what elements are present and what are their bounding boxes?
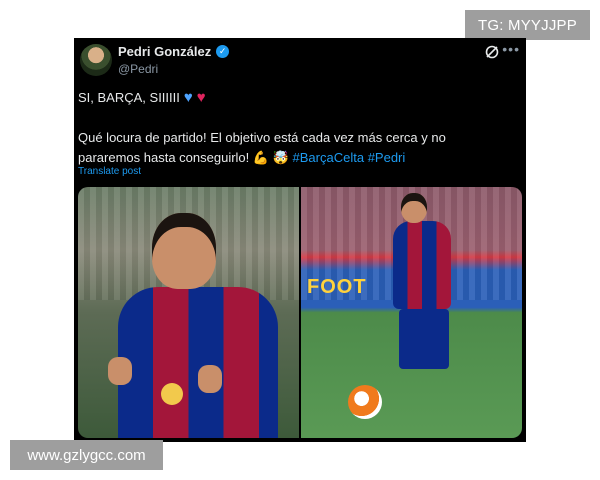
watermark-tg: TG: MYYJJPP	[465, 10, 590, 40]
sponsor-logo	[161, 383, 183, 405]
player-jersey	[393, 221, 451, 309]
tweet-card[interactable]: Pedri González ✓ @Pedri ••• SI, BARÇA, S…	[74, 38, 526, 442]
right-fist	[198, 365, 222, 393]
tweet-body: Qué locura de partido! El objetivo está …	[78, 128, 498, 168]
left-fist	[108, 357, 132, 385]
avatar[interactable]	[80, 44, 112, 76]
football	[348, 385, 382, 419]
photo-dribbling[interactable]: FOOT	[301, 187, 522, 438]
player-head	[401, 193, 427, 223]
name-row: Pedri González ✓	[118, 44, 230, 59]
player-jersey	[118, 287, 278, 438]
display-name[interactable]: Pedri González	[118, 44, 211, 59]
ad-board-text: FOOT	[307, 275, 367, 298]
watermark-site: www.gzlygcc.com	[10, 440, 163, 470]
media-grid: FOOT	[78, 187, 522, 438]
grok-icon[interactable]	[484, 44, 500, 60]
verified-icon: ✓	[216, 45, 230, 58]
more-options-icon[interactable]: •••	[502, 41, 520, 57]
player-face	[152, 213, 216, 289]
exploding-head-icon: 🤯	[272, 150, 289, 165]
tweet-line-1-text: SI, BARÇA, SIIIIII	[78, 90, 180, 105]
hashtag-pedri[interactable]: #Pedri	[368, 150, 406, 165]
photo-celebration[interactable]	[78, 187, 299, 438]
tweet-line-1: SI, BARÇA, SIIIIII ♥ ♥	[78, 89, 206, 106]
red-heart-icon: ♥	[196, 89, 206, 106]
flexed-biceps-icon: 💪	[252, 150, 270, 165]
handle[interactable]: @Pedri	[118, 62, 158, 76]
blue-heart-icon: ♥	[183, 89, 193, 106]
translate-post-link[interactable]: Translate post	[78, 166, 141, 177]
player-shorts	[399, 309, 449, 369]
hashtag-barcacelta[interactable]: #BarçaCelta	[293, 150, 365, 165]
